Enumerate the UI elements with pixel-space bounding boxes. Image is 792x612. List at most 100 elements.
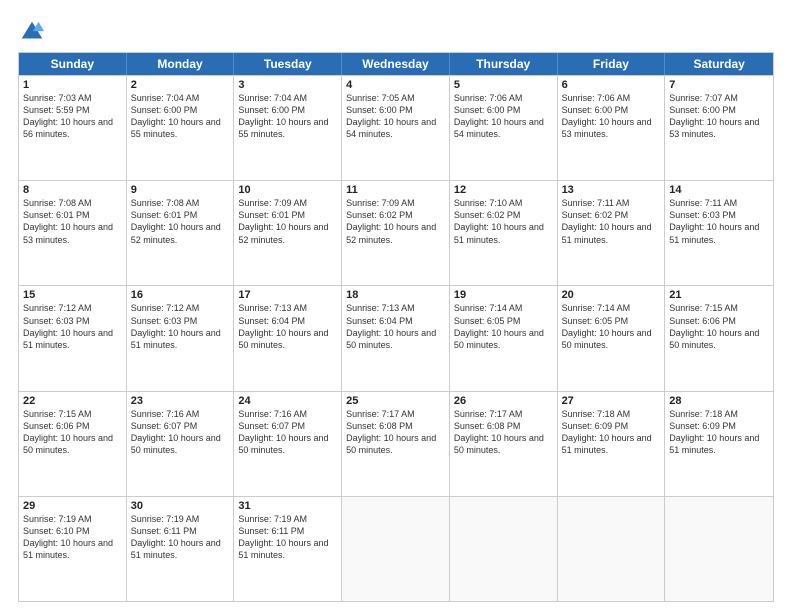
calendar-week: 15Sunrise: 7:12 AM Sunset: 6:03 PM Dayli… bbox=[19, 285, 773, 390]
calendar-week: 29Sunrise: 7:19 AM Sunset: 6:10 PM Dayli… bbox=[19, 496, 773, 601]
calendar-week: 22Sunrise: 7:15 AM Sunset: 6:06 PM Dayli… bbox=[19, 391, 773, 496]
day-info: Sunrise: 7:17 AM Sunset: 6:08 PM Dayligh… bbox=[346, 408, 445, 457]
day-info: Sunrise: 7:18 AM Sunset: 6:09 PM Dayligh… bbox=[669, 408, 769, 457]
empty-cell bbox=[450, 497, 558, 601]
header-day-saturday: Saturday bbox=[665, 53, 773, 75]
day-cell-4: 4Sunrise: 7:05 AM Sunset: 6:00 PM Daylig… bbox=[342, 76, 450, 180]
day-number: 1 bbox=[23, 79, 122, 91]
day-info: Sunrise: 7:12 AM Sunset: 6:03 PM Dayligh… bbox=[131, 302, 230, 351]
day-info: Sunrise: 7:19 AM Sunset: 6:11 PM Dayligh… bbox=[131, 513, 230, 562]
day-number: 11 bbox=[346, 184, 445, 196]
day-cell-1: 1Sunrise: 7:03 AM Sunset: 5:59 PM Daylig… bbox=[19, 76, 127, 180]
calendar-week: 8Sunrise: 7:08 AM Sunset: 6:01 PM Daylig… bbox=[19, 180, 773, 285]
day-info: Sunrise: 7:06 AM Sunset: 6:00 PM Dayligh… bbox=[454, 92, 553, 141]
day-number: 4 bbox=[346, 79, 445, 91]
header-day-tuesday: Tuesday bbox=[234, 53, 342, 75]
day-number: 10 bbox=[238, 184, 337, 196]
day-cell-23: 23Sunrise: 7:16 AM Sunset: 6:07 PM Dayli… bbox=[127, 392, 235, 496]
day-number: 16 bbox=[131, 289, 230, 301]
logo bbox=[18, 18, 50, 46]
day-cell-15: 15Sunrise: 7:12 AM Sunset: 6:03 PM Dayli… bbox=[19, 286, 127, 390]
header-day-friday: Friday bbox=[558, 53, 666, 75]
day-number: 30 bbox=[131, 500, 230, 512]
day-cell-27: 27Sunrise: 7:18 AM Sunset: 6:09 PM Dayli… bbox=[558, 392, 666, 496]
day-number: 17 bbox=[238, 289, 337, 301]
day-number: 13 bbox=[562, 184, 661, 196]
day-number: 3 bbox=[238, 79, 337, 91]
day-info: Sunrise: 7:16 AM Sunset: 6:07 PM Dayligh… bbox=[238, 408, 337, 457]
day-cell-17: 17Sunrise: 7:13 AM Sunset: 6:04 PM Dayli… bbox=[234, 286, 342, 390]
day-number: 25 bbox=[346, 395, 445, 407]
day-cell-11: 11Sunrise: 7:09 AM Sunset: 6:02 PM Dayli… bbox=[342, 181, 450, 285]
day-cell-30: 30Sunrise: 7:19 AM Sunset: 6:11 PM Dayli… bbox=[127, 497, 235, 601]
day-number: 20 bbox=[562, 289, 661, 301]
day-cell-21: 21Sunrise: 7:15 AM Sunset: 6:06 PM Dayli… bbox=[665, 286, 773, 390]
day-cell-9: 9Sunrise: 7:08 AM Sunset: 6:01 PM Daylig… bbox=[127, 181, 235, 285]
day-cell-5: 5Sunrise: 7:06 AM Sunset: 6:00 PM Daylig… bbox=[450, 76, 558, 180]
day-number: 6 bbox=[562, 79, 661, 91]
day-number: 29 bbox=[23, 500, 122, 512]
day-info: Sunrise: 7:04 AM Sunset: 6:00 PM Dayligh… bbox=[238, 92, 337, 141]
day-info: Sunrise: 7:12 AM Sunset: 6:03 PM Dayligh… bbox=[23, 302, 122, 351]
day-number: 12 bbox=[454, 184, 553, 196]
empty-cell bbox=[558, 497, 666, 601]
logo-icon bbox=[18, 18, 46, 46]
day-number: 7 bbox=[669, 79, 769, 91]
day-info: Sunrise: 7:09 AM Sunset: 6:02 PM Dayligh… bbox=[346, 197, 445, 246]
day-cell-25: 25Sunrise: 7:17 AM Sunset: 6:08 PM Dayli… bbox=[342, 392, 450, 496]
calendar-page: SundayMondayTuesdayWednesdayThursdayFrid… bbox=[0, 0, 792, 612]
header-day-monday: Monday bbox=[127, 53, 235, 75]
day-info: Sunrise: 7:14 AM Sunset: 6:05 PM Dayligh… bbox=[562, 302, 661, 351]
day-info: Sunrise: 7:19 AM Sunset: 6:11 PM Dayligh… bbox=[238, 513, 337, 562]
day-info: Sunrise: 7:15 AM Sunset: 6:06 PM Dayligh… bbox=[23, 408, 122, 457]
day-info: Sunrise: 7:11 AM Sunset: 6:03 PM Dayligh… bbox=[669, 197, 769, 246]
day-cell-10: 10Sunrise: 7:09 AM Sunset: 6:01 PM Dayli… bbox=[234, 181, 342, 285]
day-info: Sunrise: 7:03 AM Sunset: 5:59 PM Dayligh… bbox=[23, 92, 122, 141]
calendar-body: 1Sunrise: 7:03 AM Sunset: 5:59 PM Daylig… bbox=[19, 75, 773, 601]
header-day-wednesday: Wednesday bbox=[342, 53, 450, 75]
day-info: Sunrise: 7:08 AM Sunset: 6:01 PM Dayligh… bbox=[23, 197, 122, 246]
day-cell-22: 22Sunrise: 7:15 AM Sunset: 6:06 PM Dayli… bbox=[19, 392, 127, 496]
day-number: 23 bbox=[131, 395, 230, 407]
day-cell-2: 2Sunrise: 7:04 AM Sunset: 6:00 PM Daylig… bbox=[127, 76, 235, 180]
day-cell-16: 16Sunrise: 7:12 AM Sunset: 6:03 PM Dayli… bbox=[127, 286, 235, 390]
calendar-header: SundayMondayTuesdayWednesdayThursdayFrid… bbox=[19, 53, 773, 75]
day-info: Sunrise: 7:06 AM Sunset: 6:00 PM Dayligh… bbox=[562, 92, 661, 141]
day-number: 8 bbox=[23, 184, 122, 196]
header-day-thursday: Thursday bbox=[450, 53, 558, 75]
day-cell-8: 8Sunrise: 7:08 AM Sunset: 6:01 PM Daylig… bbox=[19, 181, 127, 285]
day-number: 31 bbox=[238, 500, 337, 512]
day-cell-19: 19Sunrise: 7:14 AM Sunset: 6:05 PM Dayli… bbox=[450, 286, 558, 390]
day-cell-31: 31Sunrise: 7:19 AM Sunset: 6:11 PM Dayli… bbox=[234, 497, 342, 601]
empty-cell bbox=[342, 497, 450, 601]
day-info: Sunrise: 7:08 AM Sunset: 6:01 PM Dayligh… bbox=[131, 197, 230, 246]
day-cell-12: 12Sunrise: 7:10 AM Sunset: 6:02 PM Dayli… bbox=[450, 181, 558, 285]
day-number: 15 bbox=[23, 289, 122, 301]
header-day-sunday: Sunday bbox=[19, 53, 127, 75]
day-cell-3: 3Sunrise: 7:04 AM Sunset: 6:00 PM Daylig… bbox=[234, 76, 342, 180]
day-info: Sunrise: 7:19 AM Sunset: 6:10 PM Dayligh… bbox=[23, 513, 122, 562]
day-info: Sunrise: 7:05 AM Sunset: 6:00 PM Dayligh… bbox=[346, 92, 445, 141]
calendar-week: 1Sunrise: 7:03 AM Sunset: 5:59 PM Daylig… bbox=[19, 75, 773, 180]
day-info: Sunrise: 7:11 AM Sunset: 6:02 PM Dayligh… bbox=[562, 197, 661, 246]
day-info: Sunrise: 7:17 AM Sunset: 6:08 PM Dayligh… bbox=[454, 408, 553, 457]
day-number: 22 bbox=[23, 395, 122, 407]
day-info: Sunrise: 7:15 AM Sunset: 6:06 PM Dayligh… bbox=[669, 302, 769, 351]
day-number: 26 bbox=[454, 395, 553, 407]
day-cell-20: 20Sunrise: 7:14 AM Sunset: 6:05 PM Dayli… bbox=[558, 286, 666, 390]
day-number: 14 bbox=[669, 184, 769, 196]
day-number: 21 bbox=[669, 289, 769, 301]
day-cell-14: 14Sunrise: 7:11 AM Sunset: 6:03 PM Dayli… bbox=[665, 181, 773, 285]
day-number: 9 bbox=[131, 184, 230, 196]
day-cell-26: 26Sunrise: 7:17 AM Sunset: 6:08 PM Dayli… bbox=[450, 392, 558, 496]
day-cell-13: 13Sunrise: 7:11 AM Sunset: 6:02 PM Dayli… bbox=[558, 181, 666, 285]
calendar: SundayMondayTuesdayWednesdayThursdayFrid… bbox=[18, 52, 774, 602]
day-cell-24: 24Sunrise: 7:16 AM Sunset: 6:07 PM Dayli… bbox=[234, 392, 342, 496]
day-info: Sunrise: 7:13 AM Sunset: 6:04 PM Dayligh… bbox=[346, 302, 445, 351]
day-number: 2 bbox=[131, 79, 230, 91]
day-info: Sunrise: 7:09 AM Sunset: 6:01 PM Dayligh… bbox=[238, 197, 337, 246]
day-info: Sunrise: 7:14 AM Sunset: 6:05 PM Dayligh… bbox=[454, 302, 553, 351]
day-info: Sunrise: 7:13 AM Sunset: 6:04 PM Dayligh… bbox=[238, 302, 337, 351]
day-number: 18 bbox=[346, 289, 445, 301]
day-number: 24 bbox=[238, 395, 337, 407]
